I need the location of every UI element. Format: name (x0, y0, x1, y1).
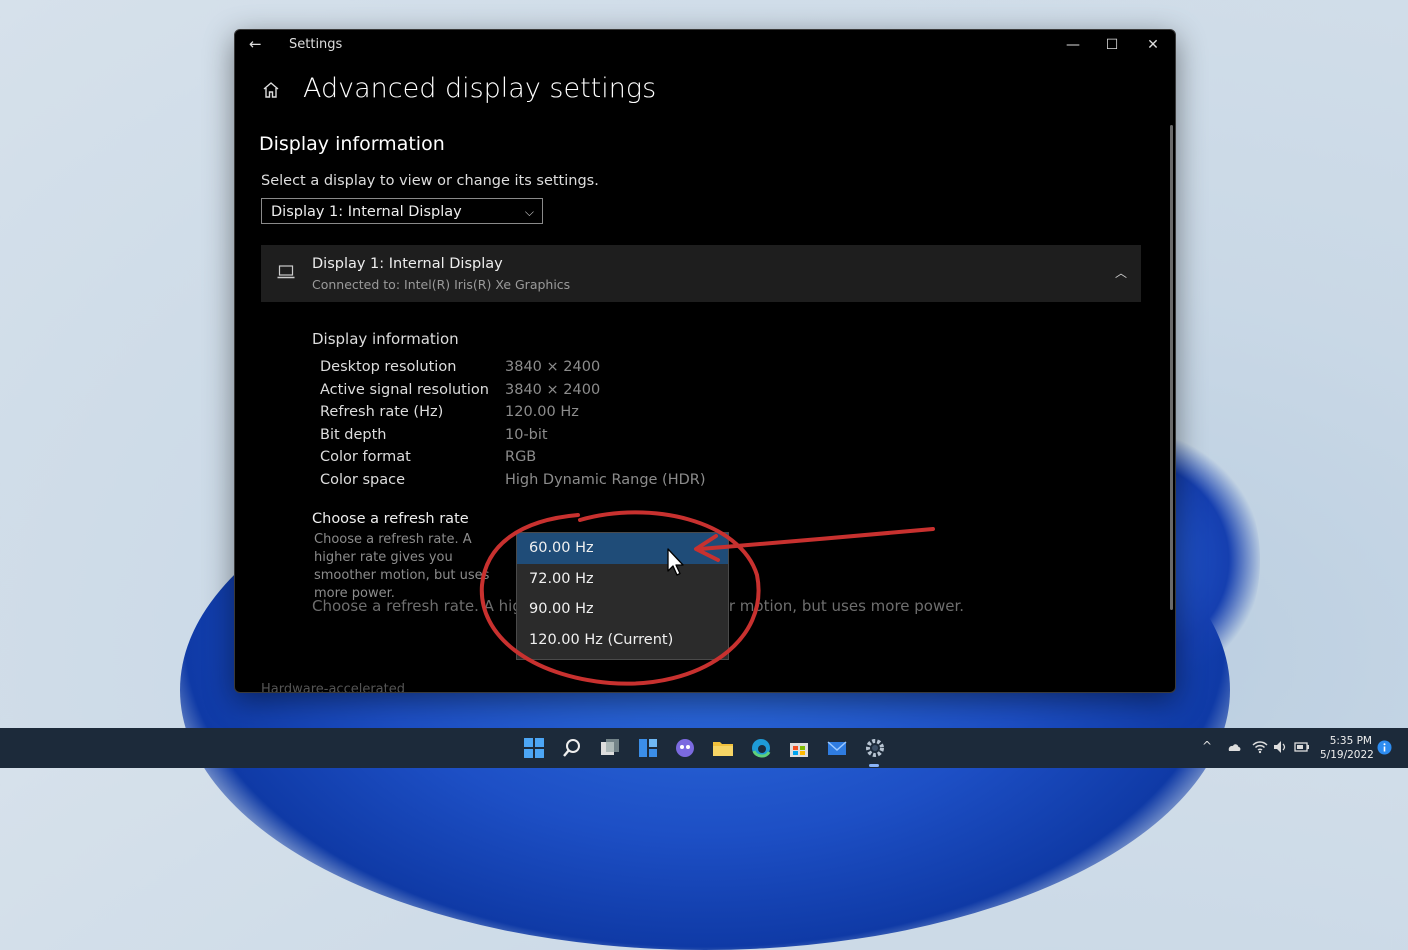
refresh-rate-title: Choose a refresh rate (312, 511, 469, 527)
info-label: Desktop resolution (320, 359, 457, 375)
window-title: Settings (289, 37, 343, 52)
volume-icon[interactable] (1272, 739, 1288, 755)
refresh-option-72[interactable]: 72.00 Hz (517, 564, 728, 595)
tray-chevron-icon[interactable]: ^ (1202, 739, 1212, 753)
widgets-icon[interactable] (637, 737, 659, 759)
title-bar: ← Settings — ☐ ✕ (235, 30, 1175, 60)
maximize-button[interactable]: ☐ (1092, 34, 1132, 56)
info-label: Color format (320, 449, 411, 466)
scrollbar[interactable] (1170, 125, 1173, 610)
display-card-subtitle: Connected to: Intel(R) Iris(R) Xe Graphi… (312, 277, 571, 292)
info-heading: Display information (312, 330, 459, 348)
taskbar-clock[interactable]: 5:35 PM 5/19/2022 (1320, 734, 1374, 762)
info-value: 120.00 Hz (505, 404, 579, 421)
mail-icon[interactable] (826, 737, 848, 759)
settings-gear-icon[interactable] (864, 737, 886, 759)
refresh-rate-dropdown[interactable]: 60.00 Hz 72.00 Hz 90.00 Hz 120.00 Hz (Cu… (516, 532, 729, 660)
active-app-indicator (869, 764, 879, 767)
info-row: Color space High Dynamic Range (HDR) (320, 472, 740, 495)
info-label: Bit depth (320, 426, 387, 443)
info-table: Desktop resolution 3840 × 2400 Active si… (320, 359, 740, 495)
info-value: 3840 × 2400 (505, 359, 601, 375)
display-select[interactable]: Display 1: Internal Display ⌵ (261, 198, 543, 224)
back-arrow-icon[interactable]: ← (249, 35, 262, 53)
display-select-value: Display 1: Internal Display (271, 204, 462, 220)
page-title: Advanced display settings (303, 73, 657, 104)
store-icon[interactable] (788, 737, 810, 759)
info-value: 10-bit (505, 426, 548, 443)
display-card-name: Display 1: Internal Display (312, 256, 503, 272)
info-row: Active signal resolution 3840 × 2400 (320, 382, 740, 405)
laptop-icon (277, 265, 295, 279)
onedrive-cloud-icon[interactable] (1226, 739, 1242, 755)
hardware-accelerated-item[interactable]: Hardware-accelerated (261, 682, 405, 692)
edge-icon[interactable] (750, 737, 772, 759)
info-value: RGB (505, 449, 537, 466)
section-title: Display information (259, 133, 445, 155)
info-label: Color space (320, 471, 406, 488)
start-icon[interactable] (523, 737, 545, 759)
search-icon[interactable] (561, 737, 583, 759)
mouse-cursor-icon (667, 548, 684, 576)
info-value: 3840 × 2400 (505, 381, 601, 398)
info-row: Color format RGB (320, 449, 740, 472)
battery-icon[interactable] (1294, 739, 1310, 755)
taskbar: ^ 5:35 PM 5/19/2022 (0, 728, 1408, 768)
info-label: Active signal resolution (320, 381, 489, 398)
chevron-up-icon[interactable]: ︿ (1115, 264, 1127, 281)
info-row: Bit depth 10-bit (320, 427, 740, 450)
close-button[interactable]: ✕ (1133, 34, 1173, 56)
home-icon[interactable] (261, 80, 281, 100)
info-label: Refresh rate (Hz) (320, 404, 444, 421)
chat-icon[interactable] (674, 737, 696, 759)
info-row: Refresh rate (Hz) 120.00 Hz (320, 404, 740, 427)
select-display-label: Select a display to view or change its s… (261, 173, 599, 189)
clock-date: 5/19/2022 (1320, 749, 1374, 761)
info-value: High Dynamic Range (HDR) (505, 471, 706, 488)
task-view-icon[interactable] (599, 737, 621, 759)
wifi-icon[interactable] (1252, 739, 1268, 755)
notification-info-icon[interactable] (1377, 740, 1392, 755)
refresh-option-60[interactable]: 60.00 Hz (517, 533, 728, 564)
minimize-button[interactable]: — (1053, 34, 1093, 56)
refresh-option-120[interactable]: 120.00 Hz (Current) (517, 625, 728, 656)
chevron-down-icon: ⌵ (524, 205, 534, 219)
refresh-rate-description: Choose a refresh rate. A higher rate giv… (314, 532, 490, 601)
file-explorer-icon[interactable] (712, 737, 734, 759)
refresh-option-90[interactable]: 90.00 Hz (517, 594, 728, 625)
display-card[interactable]: Display 1: Internal Display Connected to… (261, 245, 1141, 302)
info-row: Desktop resolution 3840 × 2400 (320, 359, 740, 382)
clock-time: 5:35 PM (1329, 735, 1372, 747)
